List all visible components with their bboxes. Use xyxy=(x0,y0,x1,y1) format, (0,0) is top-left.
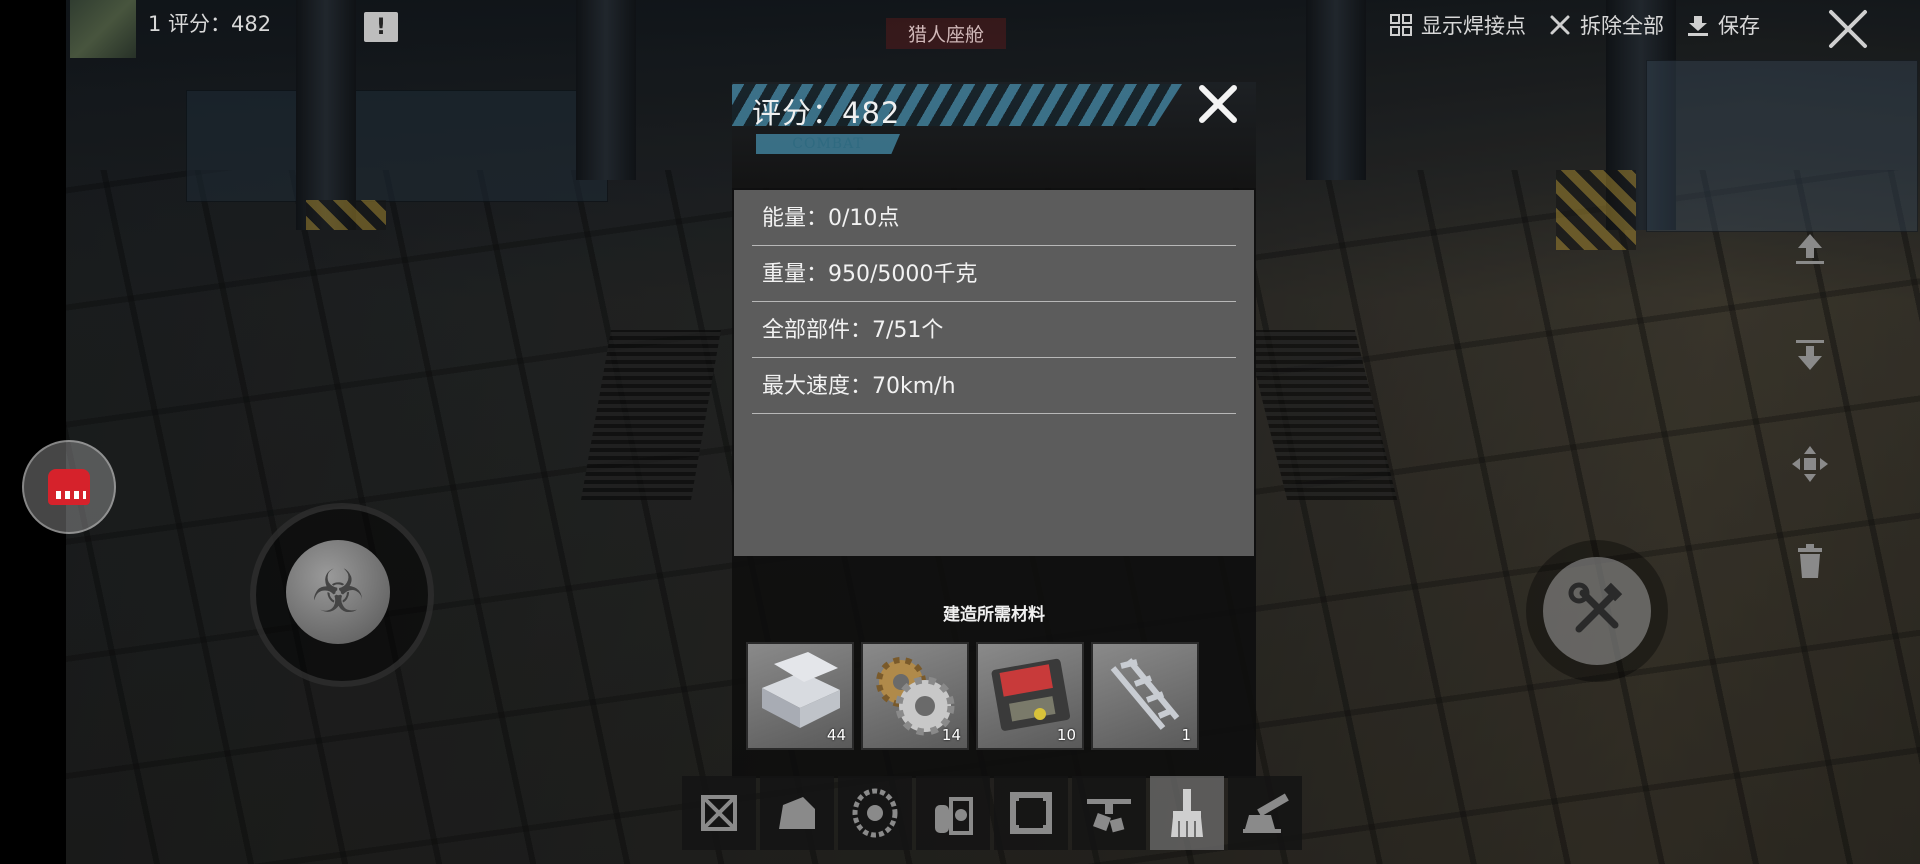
close-icon[interactable] xyxy=(1824,6,1872,54)
trash-icon xyxy=(1798,544,1822,578)
material-count: 10 xyxy=(1056,726,1076,744)
material-circuit-board[interactable]: 10 xyxy=(976,642,1084,750)
material-count: 14 xyxy=(941,726,961,744)
dialog-score: 评分：482 xyxy=(752,96,901,130)
minimap[interactable] xyxy=(70,0,136,58)
wrench-hammer-icon xyxy=(1543,557,1651,665)
wheel-icon xyxy=(852,788,898,838)
armor-plate-icon xyxy=(1010,792,1052,834)
top-score: 1 评分：482 xyxy=(148,8,271,38)
remove-all-button[interactable]: 拆除全部 xyxy=(1548,10,1664,40)
tool-wheel[interactable] xyxy=(838,776,912,850)
biohazard-icon: ☣ xyxy=(311,557,365,627)
tools-icon xyxy=(1548,13,1572,37)
save-button[interactable]: 保存 xyxy=(1686,10,1760,40)
stat-energy: 能量：0/10点 xyxy=(752,190,1236,246)
cannon-icon xyxy=(1243,793,1289,833)
cabin-title: 猎人座舱 xyxy=(886,18,1006,49)
build-button[interactable] xyxy=(1526,540,1668,682)
tool-weapon[interactable] xyxy=(1228,776,1302,850)
tool-paint[interactable] xyxy=(1150,776,1224,850)
stat-weight: 重量：950/5000千克 xyxy=(752,246,1236,302)
material-count: 1 xyxy=(1181,726,1191,744)
show-welds-label: 显示焊接点 xyxy=(1421,14,1526,38)
gadget-icon xyxy=(1087,799,1131,833)
save-icon xyxy=(1686,13,1710,37)
character-badge-button[interactable] xyxy=(22,440,116,534)
stat-parts: 全部部件：7/51个 xyxy=(752,302,1236,358)
material-count: 44 xyxy=(826,726,846,744)
material-metal-frame[interactable]: 1 xyxy=(1091,642,1199,750)
stats-panel: 能量：0/10点 重量：950/5000千克 全部部件：7/51个 最大速度：7… xyxy=(734,190,1254,556)
material-metal-ingot[interactable]: 44 xyxy=(746,642,854,750)
dialog-close-icon[interactable] xyxy=(1194,82,1242,130)
biohazard-joystick[interactable]: ☣ xyxy=(286,540,390,644)
stats-dialog: 评分：482 COMBAT 能量：0/10点 重量：950/5000千克 全部部… xyxy=(732,82,1256,778)
materials-title: 建造所需材料 xyxy=(943,605,1045,625)
tool-gadget[interactable] xyxy=(1072,776,1146,850)
move-all-button[interactable] xyxy=(1788,442,1832,486)
stat-max-speed: 最大速度：70km/h xyxy=(752,358,1236,414)
move-arrows-icon xyxy=(1792,446,1828,482)
remove-all-label: 拆除全部 xyxy=(1580,14,1664,38)
material-gear[interactable]: 14 xyxy=(861,642,969,750)
delete-button[interactable] xyxy=(1788,540,1832,584)
alert-icon[interactable]: ! xyxy=(364,12,398,42)
show-welds-button[interactable]: 显示焊接点 xyxy=(1389,10,1526,40)
save-label: 保存 xyxy=(1718,14,1760,38)
dialog-header: 评分：482 COMBAT xyxy=(732,82,1256,188)
parts-toolbar xyxy=(682,776,1302,850)
grid-icon xyxy=(1389,13,1413,37)
cabin-icon xyxy=(779,797,815,829)
tool-cabin[interactable] xyxy=(760,776,834,850)
materials-list: 44 14 10 1 xyxy=(746,642,1199,750)
move-down-button[interactable] xyxy=(1788,334,1832,378)
monster-mouth-icon xyxy=(48,469,90,505)
frame-blueprint-icon xyxy=(701,795,737,831)
tool-generator[interactable] xyxy=(916,776,990,850)
paint-brush-icon xyxy=(1171,789,1203,837)
tool-armor[interactable] xyxy=(994,776,1068,850)
move-up-button[interactable] xyxy=(1788,226,1832,270)
combat-tag: COMBAT xyxy=(756,134,900,154)
arrow-down-icon xyxy=(1796,340,1824,370)
tool-frame[interactable] xyxy=(682,776,756,850)
generator-icon xyxy=(935,797,973,835)
top-score-label: 1 评分：482 xyxy=(148,12,272,36)
arrow-up-icon xyxy=(1796,234,1824,264)
